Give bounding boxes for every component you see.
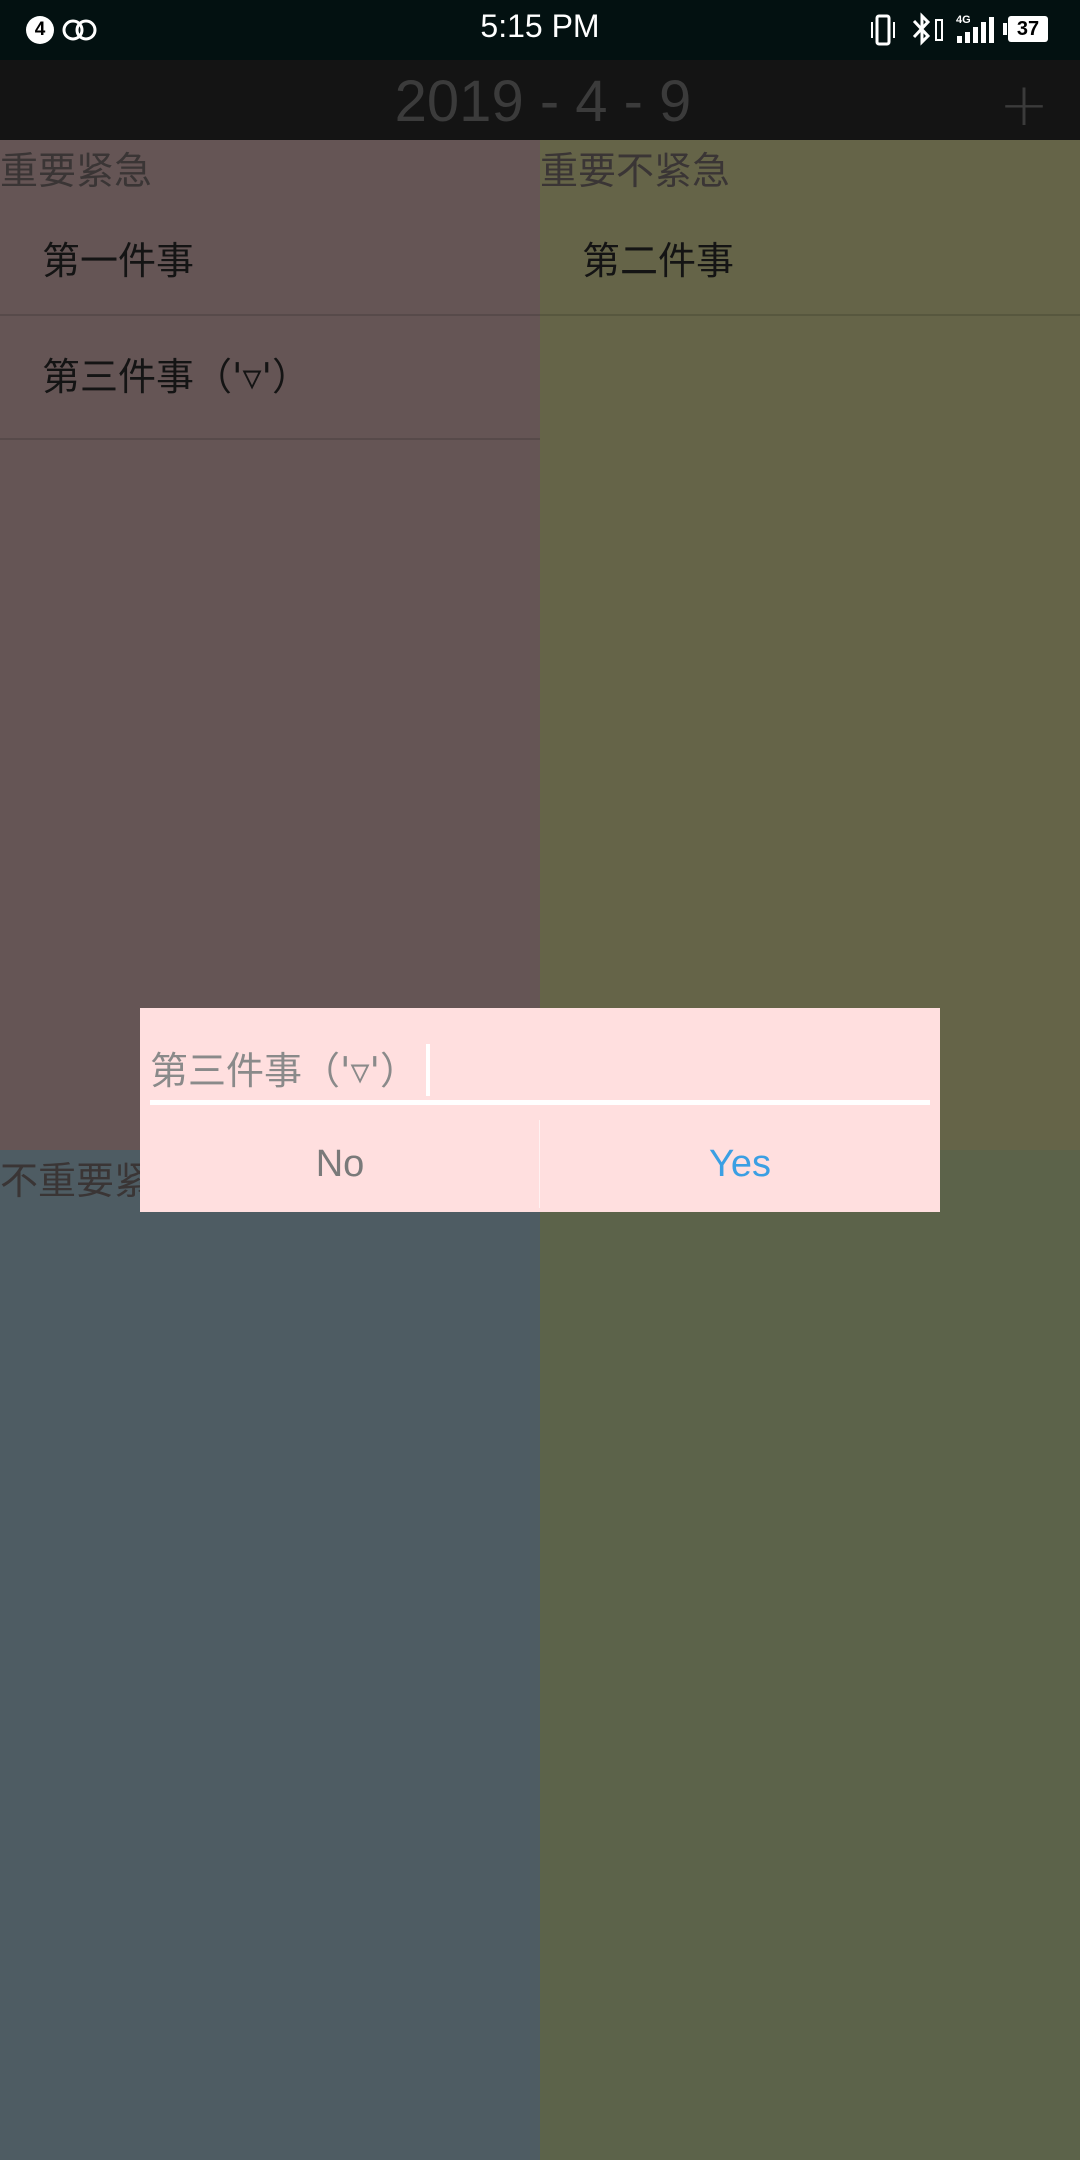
task-name-value: 第三件事（'▿'） — [150, 1049, 418, 1093]
bluetooth-icon — [912, 12, 943, 46]
date-title[interactable]: 2019 - 4 - 9 — [0, 68, 1080, 135]
task-item[interactable]: 第二件事 — [540, 140, 1080, 316]
text-caret — [425, 1043, 430, 1096]
quadrant-important-not-urgent: 重要不紧急 第二件事 — [540, 140, 1080, 1150]
task-name-input-text: 第三件事（'▿'） — [150, 1040, 430, 1096]
add-task-button[interactable]: + — [994, 75, 1054, 140]
app-screen: 4 5:15 PM 4G 37 2019 - 4 - 9 + 重要紧急 第一件事… — [0, 0, 1080, 2160]
vibrate-icon — [871, 14, 895, 46]
battery-icon: 37 — [1003, 16, 1048, 42]
task-item[interactable]: 第一件事 — [0, 140, 540, 316]
task-name-input[interactable]: 第三件事（'▿'） — [150, 1030, 930, 1105]
task-label: 第一件事 — [42, 239, 195, 283]
quadrant-important-urgent: 重要紧急 第一件事 第三件事（'▿'） — [0, 140, 540, 1150]
task-label: 第二件事 — [582, 239, 735, 283]
quadrant-not-important-urgent: 不重要紧急 — [0, 1150, 540, 2160]
quadrant-not-important-not-urgent — [540, 1150, 1080, 2160]
status-bar: 4 5:15 PM 4G 37 — [0, 0, 1080, 60]
task-label: 第三件事（'▿'） — [42, 355, 310, 399]
no-button[interactable]: No — [140, 1116, 540, 1212]
app-bar: 2019 - 4 - 9 + — [0, 60, 1080, 140]
edit-task-dialog: 第三件事（'▿'） No Yes — [140, 1008, 940, 1212]
yes-button[interactable]: Yes — [540, 1116, 940, 1212]
task-item[interactable]: 第三件事（'▿'） — [0, 316, 540, 440]
signal-icon — [957, 17, 994, 43]
